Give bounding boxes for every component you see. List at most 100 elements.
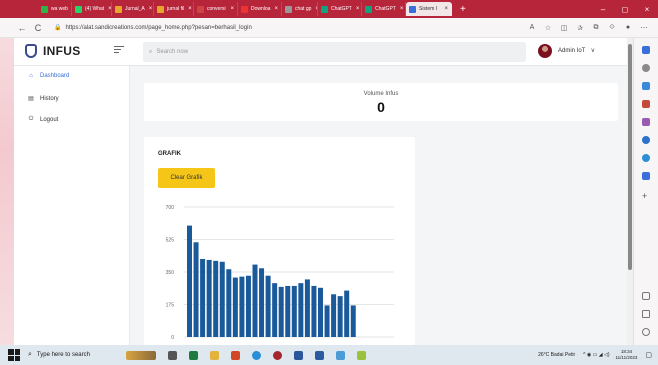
y-tick-label: 700 bbox=[166, 205, 175, 211]
clock[interactable]: 18:34 11/11/2023 bbox=[616, 349, 638, 361]
minimize-button[interactable]: – bbox=[592, 5, 614, 14]
browser-tab[interactable]: (4) What × bbox=[72, 2, 112, 16]
volume-value: 0 bbox=[377, 99, 385, 115]
browser-tab[interactable]: Sistem I × bbox=[406, 2, 452, 16]
maximize-button[interactable]: ◻ bbox=[614, 5, 636, 14]
store-icon[interactable] bbox=[315, 350, 324, 360]
back-icon[interactable]: ← bbox=[14, 23, 30, 33]
close-window-button[interactable]: × bbox=[636, 5, 658, 14]
tab-close-icon[interactable]: × bbox=[145, 6, 153, 12]
chart-bar bbox=[337, 296, 343, 337]
mail-icon[interactable] bbox=[336, 350, 345, 360]
lock-icon: 🔒 bbox=[54, 25, 62, 31]
avatar bbox=[538, 44, 552, 58]
taskbar-search-input[interactable]: ⌕ Type here to search bbox=[28, 348, 120, 362]
read-aloud-icon[interactable]: A bbox=[524, 24, 540, 32]
volume-bar-chart: 0 175 350 525 700 bbox=[166, 205, 394, 341]
copilot-icon[interactable] bbox=[642, 46, 650, 54]
sidebar-item-dashboard[interactable]: ⌂ Dashboard bbox=[29, 73, 69, 79]
tag-icon[interactable] bbox=[642, 82, 650, 90]
tab-close-icon[interactable]: × bbox=[311, 6, 317, 12]
file-explorer-icon[interactable] bbox=[210, 350, 219, 360]
windows-start-icon[interactable] bbox=[8, 349, 20, 361]
tab-close-icon[interactable]: × bbox=[440, 6, 448, 12]
chart-bar bbox=[331, 294, 337, 337]
chart-bar bbox=[318, 287, 323, 337]
chevron-down-icon: v bbox=[591, 48, 595, 54]
tab-close-icon[interactable]: × bbox=[270, 6, 278, 12]
favorite-star-icon[interactable]: ☆ bbox=[540, 24, 556, 32]
browser-tab[interactable]: ChatGPT × bbox=[318, 2, 362, 16]
extension-icon[interactable]: ⟐ bbox=[604, 24, 620, 32]
news-widget-icon[interactable] bbox=[126, 350, 156, 360]
tab-title: conversi bbox=[207, 6, 226, 12]
browser-tab-bar: wa web×(4) What×Jurnal_A×jurnal fil×conv… bbox=[0, 0, 658, 18]
sidebar-item-history[interactable]: ▤ History bbox=[28, 95, 59, 103]
user-menu[interactable]: Admin IoT v bbox=[538, 44, 594, 58]
settings-gear-icon[interactable] bbox=[642, 328, 650, 336]
powerpoint-icon[interactable] bbox=[231, 350, 240, 360]
url-field[interactable]: 🔒 https://alat.sandicreations.com/page_h… bbox=[54, 24, 252, 32]
tray-icons[interactable]: ^ ◉ ▭ ◢ ◁) bbox=[583, 352, 609, 358]
weather-widget[interactable]: 26°C Badai Petir bbox=[538, 352, 575, 358]
menu-toggle-icon[interactable] bbox=[114, 46, 124, 55]
notification-icon[interactable]: ▢ bbox=[645, 351, 652, 359]
games-icon[interactable] bbox=[642, 118, 650, 126]
grafik-card: GRAFIK Clear Grafik 0 175 350 525 700 bbox=[144, 137, 415, 345]
browser-tab[interactable]: Jurnal_A × bbox=[112, 2, 154, 16]
excel-icon[interactable] bbox=[189, 350, 198, 360]
collections-icon[interactable]: ⧉ bbox=[588, 24, 604, 32]
search-icon: ⌕ bbox=[28, 351, 32, 358]
shopping-bag-icon[interactable] bbox=[642, 100, 650, 108]
browser-tab[interactable]: ChatGPT × bbox=[362, 2, 406, 16]
chart-bar bbox=[259, 268, 265, 337]
browser-tab[interactable]: conversi × bbox=[194, 2, 238, 16]
search-placeholder: Search now bbox=[156, 49, 189, 55]
more-menu-icon[interactable]: ⋯ bbox=[636, 24, 652, 32]
tab-close-icon[interactable]: × bbox=[184, 6, 192, 12]
new-tab-button[interactable]: + bbox=[452, 4, 474, 15]
tab-title: Jurnal_A bbox=[125, 6, 145, 12]
sidebar-item-logout[interactable]: ⏻ Logout bbox=[29, 116, 59, 123]
task-view-icon[interactable] bbox=[168, 350, 177, 360]
tab-close-icon[interactable]: × bbox=[104, 6, 111, 12]
browser-tab[interactable]: wa web× bbox=[38, 2, 72, 16]
profile-icon[interactable]: ● bbox=[620, 24, 636, 32]
user-name: Admin IoT bbox=[558, 48, 586, 54]
chart-bar bbox=[285, 285, 291, 337]
sidebar-toggle-icon[interactable] bbox=[642, 292, 650, 300]
window-controls: – ◻ × bbox=[592, 5, 658, 14]
refresh-icon[interactable]: C bbox=[30, 23, 46, 33]
word-icon[interactable] bbox=[294, 350, 303, 360]
browser-tab[interactable]: chat gp× bbox=[282, 2, 318, 16]
add-icon[interactable]: + bbox=[642, 192, 650, 201]
tab-close-icon[interactable]: × bbox=[396, 6, 404, 12]
chart-bar bbox=[304, 279, 310, 337]
favorites-icon[interactable]: ✰ bbox=[572, 24, 588, 32]
tab-close-icon[interactable]: × bbox=[352, 6, 360, 12]
sidebar-item-label: History bbox=[40, 95, 59, 102]
tab-close-icon[interactable]: × bbox=[226, 6, 234, 12]
shield-logo-icon bbox=[25, 44, 37, 58]
browser-essentials-icon[interactable] bbox=[642, 154, 650, 162]
open-external-icon[interactable] bbox=[642, 310, 650, 318]
browser-tab[interactable]: Downloa × bbox=[238, 2, 282, 16]
tab-title: Downloa bbox=[251, 6, 271, 12]
search-icon[interactable] bbox=[642, 64, 650, 72]
split-screen-icon[interactable]: ◫ bbox=[556, 24, 572, 32]
edge-icon[interactable] bbox=[252, 350, 261, 360]
drop-icon[interactable] bbox=[642, 172, 650, 180]
url-text: https://alat.sandicreations.com/page_hom… bbox=[65, 24, 252, 31]
app-logo[interactable]: INFUS bbox=[25, 44, 81, 58]
scrollbar-thumb[interactable] bbox=[628, 44, 632, 270]
browser-address-bar: ← C 🔒 https://alat.sandicreations.com/pa… bbox=[0, 18, 658, 38]
taskbar-search-placeholder: Type here to search bbox=[36, 352, 90, 358]
notepad-icon[interactable] bbox=[357, 350, 366, 360]
search-input[interactable]: ⌕ Search now bbox=[143, 42, 526, 62]
tab-title: ChatGPT bbox=[375, 6, 396, 12]
chart-bar bbox=[232, 277, 238, 337]
tab-title: chat gp bbox=[295, 6, 312, 12]
browser-tab[interactable]: jurnal fil × bbox=[154, 2, 194, 16]
outlook-icon[interactable] bbox=[642, 136, 650, 144]
chrome-icon[interactable] bbox=[273, 350, 282, 360]
